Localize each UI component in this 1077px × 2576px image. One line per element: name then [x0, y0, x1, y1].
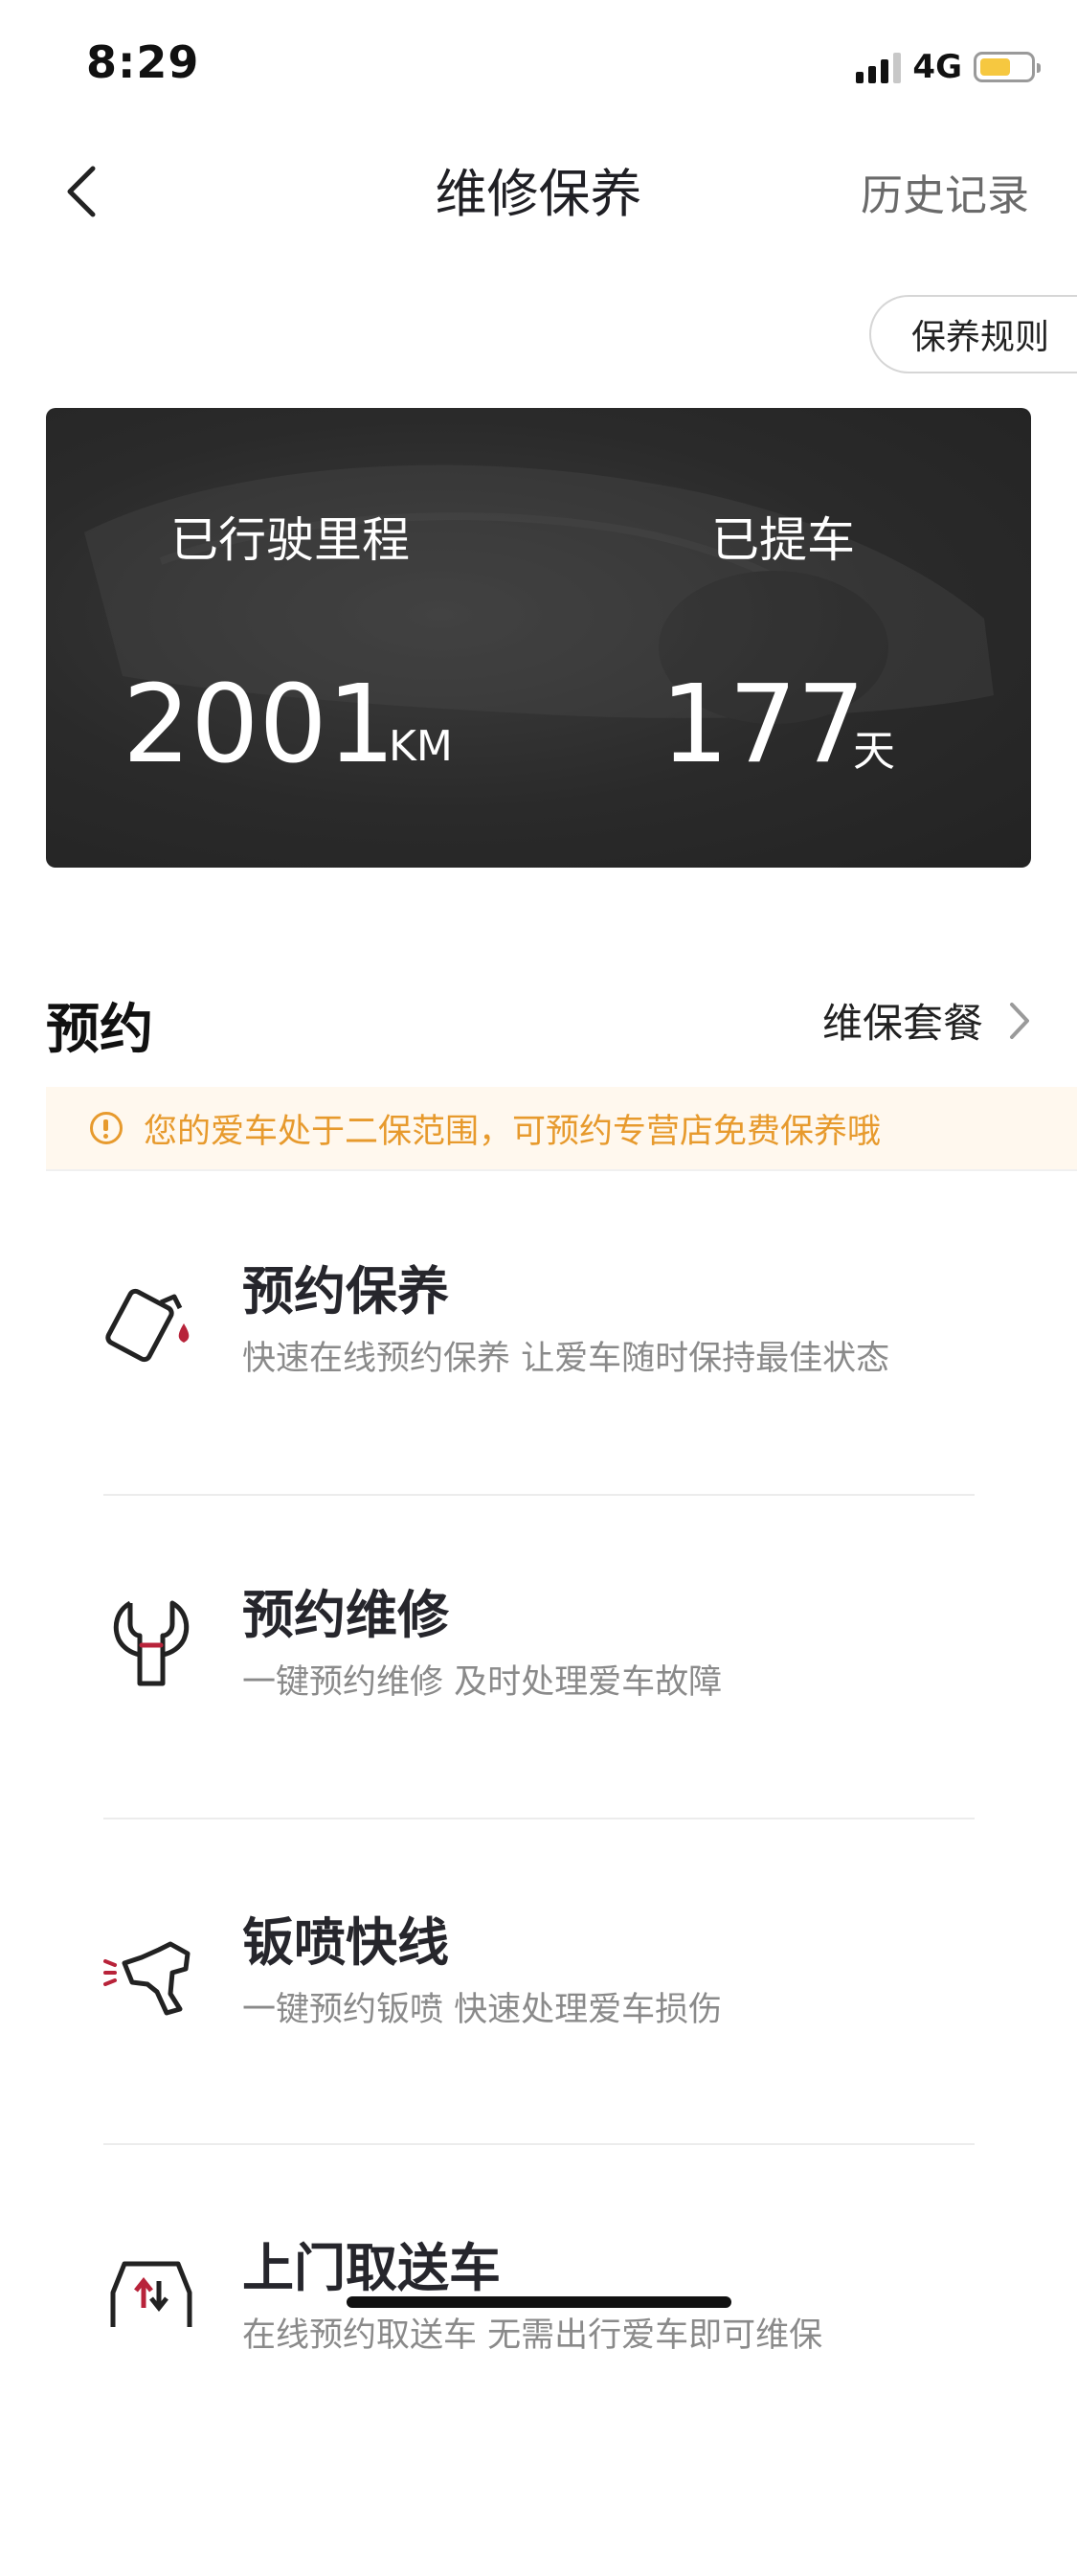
service-title: 钣喷快线	[242, 1912, 449, 1973]
battery-icon	[974, 52, 1041, 82]
pickup-days-label: 已提车	[711, 512, 855, 568]
service-item-paint[interactable]: 钣喷快线 一键预约钣喷 快速处理爱车损伤	[103, 1912, 975, 2250]
vehicle-stats-card: 已行驶里程 已提车 2001 KM 177 天	[46, 408, 1031, 868]
history-link[interactable]: 历史记录	[861, 161, 1029, 222]
divider	[103, 2143, 975, 2145]
mileage-unit: KM	[389, 722, 453, 771]
maintenance-notice: 您的爱车处于二保范围，可预约专营店免费保养哦	[46, 1087, 1077, 1171]
service-title: 预约保养	[242, 1261, 449, 1322]
wrench-icon	[113, 1600, 190, 1686]
service-title: 上门取送车	[242, 2238, 501, 2298]
maintenance-packages-link[interactable]: 维保套餐	[822, 991, 1031, 1050]
network-type: 4G	[912, 48, 962, 86]
maintenance-packages-label: 维保套餐	[821, 1000, 983, 1047]
service-desc: 快速在线预约保养 让爱车随时保持最佳状态	[242, 1340, 890, 1378]
back-button[interactable]	[57, 158, 105, 225]
spray-gun-icon	[103, 1941, 191, 2016]
service-item-maintenance[interactable]: 预约保养 快速在线预约保养 让爱车随时保持最佳状态	[103, 1261, 975, 1599]
car-silhouette-icon	[84, 464, 994, 724]
appointment-section-title: 预约	[46, 999, 153, 1061]
car-pickup-icon	[110, 2261, 192, 2327]
service-item-repair[interactable]: 预约维修 一键预约维修 及时处理爱车故障	[103, 1585, 975, 1923]
pickup-days-value: 177	[661, 663, 865, 787]
pickup-days-unit: 天	[853, 727, 895, 776]
status-indicators: 4G	[856, 46, 1041, 88]
service-desc: 一键预约钣喷 快速处理爱车损伤	[242, 1991, 723, 2029]
divider	[103, 1494, 975, 1496]
service-desc: 一键预约维修 及时处理爱车故障	[242, 1663, 723, 1702]
divider	[103, 1818, 975, 1819]
maintenance-rules-label: 保养规则	[911, 318, 1050, 357]
alert-circle-icon	[90, 1112, 123, 1144]
maintenance-rules-button[interactable]: 保养规则	[869, 295, 1077, 373]
chevron-left-icon	[67, 166, 96, 217]
status-time: 8:29	[86, 36, 200, 88]
home-indicator[interactable]	[347, 2296, 731, 2308]
oil-can-icon	[105, 1288, 190, 1363]
service-title: 预约维修	[242, 1585, 449, 1645]
mileage-value: 2001	[123, 663, 396, 787]
notice-text: 您的爱车处于二保范围，可预约专营店免费保养哦	[144, 1112, 882, 1151]
signal-icon	[856, 51, 902, 83]
mileage-label: 已行驶里程	[170, 512, 410, 568]
chevron-right-icon	[1010, 1002, 1029, 1039]
